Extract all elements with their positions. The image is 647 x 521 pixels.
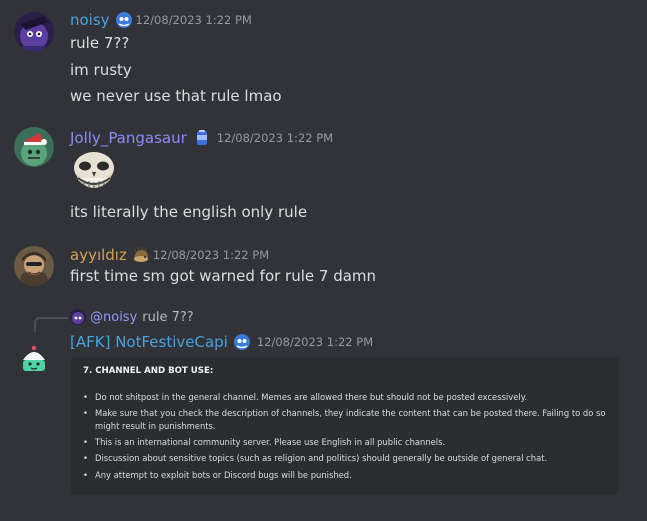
message-line: first time sm got warned for rule 7 damn (70, 267, 377, 285)
timestamp: 12/08/2023 1:22 PM (256, 335, 374, 349)
rule-item: This is an international community serve… (83, 436, 615, 449)
blue-ghost-icon (233, 333, 251, 351)
username[interactable]: noisy (70, 11, 110, 29)
rule-item: Discussion about sensitive topics (such … (83, 452, 615, 465)
message-line: im rusty (70, 61, 132, 79)
reply-text: rule 7?? (142, 309, 194, 325)
blue-can-icon (193, 129, 211, 147)
rules-list: Do not shitpost in the general channel. … (71, 391, 615, 485)
embed-title: 7. CHANNEL AND BOT USE: (83, 366, 214, 376)
username[interactable]: ayyıldız (70, 246, 127, 264)
blue-ghost-icon (115, 11, 133, 29)
reply-preview[interactable]: @noisy rule 7?? (70, 309, 194, 325)
rules-embed: 7. CHANNEL AND BOT USE: Do not shitpost … (71, 357, 619, 495)
avatar[interactable] (14, 12, 54, 52)
timestamp: 12/08/2023 1:22 PM (152, 248, 270, 262)
troll-skull-emoji (70, 150, 118, 196)
avatar (70, 309, 86, 325)
message-line: rule 7?? (70, 34, 130, 52)
message-line: its literally the english only rule (70, 203, 308, 221)
timestamp: 12/08/2023 1:22 PM (135, 13, 252, 27)
avatar[interactable] (14, 246, 54, 286)
username[interactable]: [AFK] NotFestiveCapi (70, 333, 228, 351)
timestamp: 12/08/2023 1:22 PM (216, 131, 334, 145)
avatar[interactable] (14, 127, 54, 167)
reply-connector (34, 317, 68, 332)
message-line: we never use that rule lmao (70, 87, 282, 105)
username[interactable]: Jolly_Pangasaur (70, 129, 187, 147)
rule-item: Make sure that you check the description… (83, 407, 615, 432)
rule-item: Do not shitpost in the general channel. … (83, 391, 615, 404)
reply-username[interactable]: @noisy (90, 310, 137, 325)
avatar[interactable] (14, 340, 54, 380)
rule-item: Any attempt to exploit bots or Discord b… (83, 469, 615, 482)
hedgehog-icon (132, 246, 150, 264)
